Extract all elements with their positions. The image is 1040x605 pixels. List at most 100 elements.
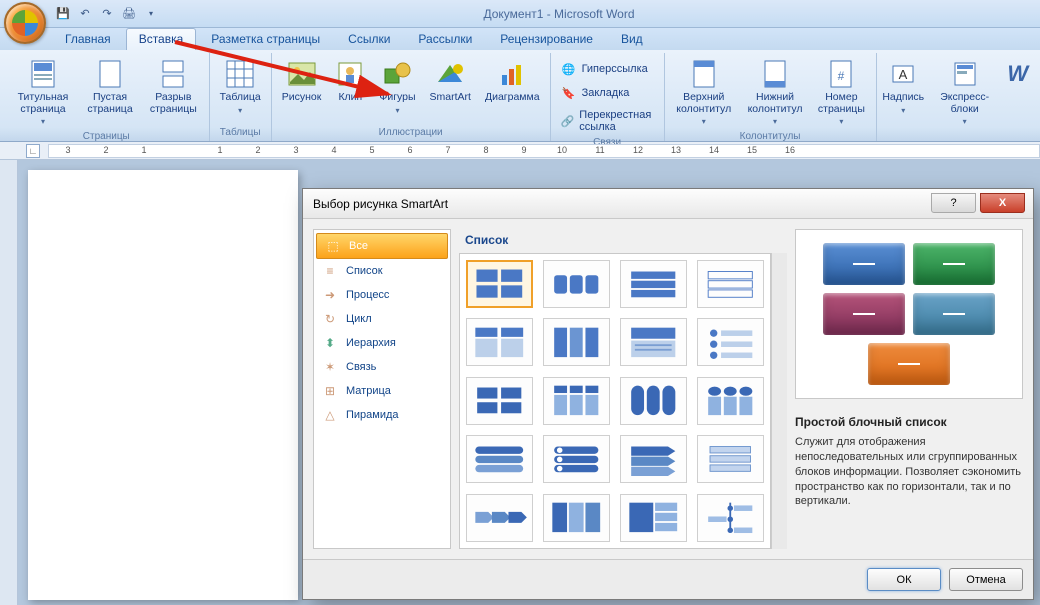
tab-home[interactable]: Главная <box>52 28 124 50</box>
layout-thumb[interactable] <box>466 260 533 308</box>
category-hierarchy[interactable]: ⬍Иерархия <box>314 331 450 355</box>
category-process[interactable]: ➜Процесс <box>314 283 450 307</box>
category-cycle[interactable]: ↻Цикл <box>314 307 450 331</box>
gallery-scrollbar[interactable] <box>771 253 787 549</box>
tab-pagelayout[interactable]: Разметка страницы <box>198 28 333 50</box>
crossref-button[interactable]: 🔗Перекрестная ссылка <box>557 107 658 135</box>
all-icon: ⬚ <box>325 238 341 254</box>
layout-thumb[interactable] <box>620 435 687 483</box>
layout-thumb[interactable] <box>466 435 533 483</box>
save-icon[interactable]: 💾 <box>56 7 70 21</box>
blank-page-button[interactable]: Пустая страница <box>82 55 138 129</box>
category-matrix[interactable]: ⊞Матрица <box>314 379 450 403</box>
tab-references[interactable]: Ссылки <box>335 28 403 50</box>
wordart-icon: W <box>1007 58 1028 90</box>
smartart-button[interactable]: SmartArt <box>426 55 475 125</box>
picture-icon <box>288 58 316 90</box>
document-page[interactable] <box>28 170 298 600</box>
tab-view[interactable]: Вид <box>608 28 656 50</box>
textbox-icon: A <box>891 58 915 90</box>
layout-thumb[interactable] <box>620 377 687 425</box>
preview-title: Простой блочный список <box>795 415 1023 429</box>
layout-thumb[interactable] <box>620 318 687 366</box>
tab-review[interactable]: Рецензирование <box>487 28 606 50</box>
gallery-header: Список <box>459 229 787 253</box>
smartart-icon <box>435 58 465 90</box>
layout-thumb[interactable] <box>620 260 687 308</box>
tab-selector[interactable]: ∟ <box>26 144 40 158</box>
cover-page-button[interactable]: Титульная страница ▾ <box>10 55 76 129</box>
cancel-button[interactable]: Отмена <box>949 568 1023 591</box>
layout-thumb[interactable] <box>697 377 764 425</box>
dialog-titlebar[interactable]: Выбор рисунка SmartArt ? X <box>303 189 1033 219</box>
chevron-down-icon: ▾ <box>773 117 777 126</box>
header-button[interactable]: Верхний колонтитул ▾ <box>671 55 737 129</box>
layout-thumb[interactable] <box>466 377 533 425</box>
cover-page-icon <box>31 58 55 90</box>
layout-thumb[interactable] <box>697 494 764 542</box>
ribbon-group-headerfooter: Верхний колонтитул ▾ Нижний колонтитул ▾… <box>665 53 877 141</box>
dialog-help-button[interactable]: ? <box>931 193 976 213</box>
svg-text:A: A <box>899 67 908 82</box>
layout-thumb[interactable] <box>543 435 610 483</box>
clip-icon <box>337 58 363 90</box>
category-pyramid[interactable]: △Пирамида <box>314 403 450 427</box>
ribbon-tabs: Главная Вставка Разметка страницы Ссылки… <box>0 28 1040 50</box>
vertical-ruler <box>0 160 18 605</box>
layout-thumb[interactable] <box>697 318 764 366</box>
category-list: ⬚Все ≡Список ➜Процесс ↻Цикл ⬍Иерархия ✶С… <box>313 229 451 549</box>
dialog-title: Выбор рисунка SmartArt <box>313 197 448 211</box>
footer-icon <box>764 58 786 90</box>
tab-mailings[interactable]: Рассылки <box>405 28 485 50</box>
window-titlebar: 💾 ↶ ↷ 🖨 ▾ Документ1 - Microsoft Word <box>0 0 1040 28</box>
layout-thumb[interactable] <box>543 494 610 542</box>
chevron-down-icon: ▾ <box>702 117 706 126</box>
clip-button[interactable]: Клип <box>331 55 369 125</box>
layout-thumb[interactable] <box>543 318 610 366</box>
layout-thumb[interactable] <box>697 260 764 308</box>
layout-thumb[interactable] <box>697 435 764 483</box>
pyramid-icon: △ <box>322 407 338 423</box>
chart-icon <box>499 58 525 90</box>
shapes-icon <box>383 58 411 90</box>
page-break-icon <box>162 58 184 90</box>
wordart-button[interactable]: W <box>1005 55 1030 136</box>
svg-text:#: # <box>838 69 845 83</box>
tab-insert[interactable]: Вставка <box>126 28 197 50</box>
dialog-footer: ОК Отмена <box>303 559 1033 599</box>
quickparts-button[interactable]: Экспресс-блоки ▾ <box>930 55 999 136</box>
chevron-down-icon: ▾ <box>41 117 45 126</box>
layout-thumb[interactable] <box>620 494 687 542</box>
footer-button[interactable]: Нижний колонтитул ▾ <box>743 55 807 129</box>
layout-thumb[interactable] <box>543 377 610 425</box>
crossref-icon: 🔗 <box>561 113 575 129</box>
chart-button[interactable]: Диаграмма <box>481 55 544 125</box>
shapes-button[interactable]: Фигуры ▾ <box>375 55 419 125</box>
layout-thumb[interactable] <box>466 318 533 366</box>
bookmark-icon: 🔖 <box>561 85 577 101</box>
layout-thumb[interactable] <box>466 494 533 542</box>
category-list[interactable]: ≡Список <box>314 259 450 283</box>
textbox-button[interactable]: A Надпись ▾ <box>883 55 924 136</box>
hyperlink-icon: 🌐 <box>561 61 577 77</box>
ok-button[interactable]: ОК <box>867 568 941 591</box>
layout-thumb[interactable] <box>543 260 610 308</box>
table-button[interactable]: Таблица ▾ <box>216 55 265 125</box>
office-button[interactable] <box>4 2 46 44</box>
page-break-button[interactable]: Разрыв страницы <box>144 55 202 129</box>
preview-canvas <box>795 229 1023 399</box>
category-relationship[interactable]: ✶Связь <box>314 355 450 379</box>
picture-button[interactable]: Рисунок <box>278 55 326 125</box>
category-all[interactable]: ⬚Все <box>316 233 448 259</box>
hyperlink-button[interactable]: 🌐Гиперссылка <box>557 59 658 79</box>
relationship-icon: ✶ <box>322 359 338 375</box>
header-icon <box>693 58 715 90</box>
dialog-close-button[interactable]: X <box>980 193 1025 213</box>
preview-block <box>913 243 995 285</box>
ribbon: Титульная страница ▾ Пустая страница Раз… <box>0 50 1040 142</box>
preview-block <box>913 293 995 335</box>
chevron-down-icon: ▾ <box>901 106 905 115</box>
pagenum-button[interactable]: # Номер страницы ▾ <box>813 55 869 129</box>
quickparts-icon <box>953 58 977 90</box>
bookmark-button[interactable]: 🔖Закладка <box>557 83 658 103</box>
